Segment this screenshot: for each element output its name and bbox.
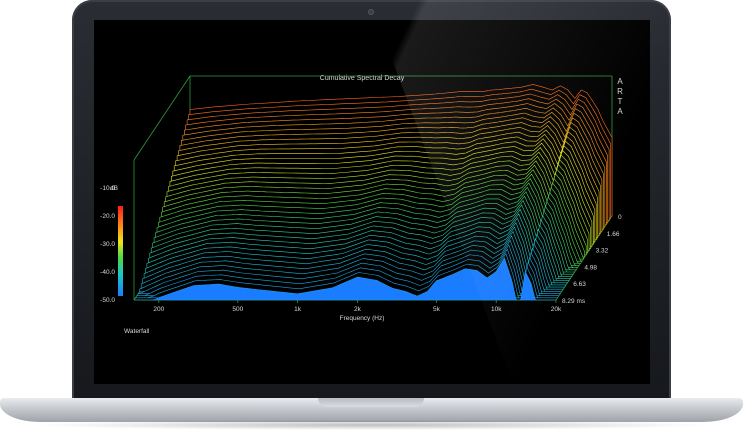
waterfall-slices [134, 84, 613, 301]
y-tick-label: -30.0 [100, 241, 115, 248]
x-axis-label: Frequency (Hz) [340, 315, 385, 322]
y-tick-label: -50.0 [100, 297, 115, 304]
z-tick-label: 3.32 [596, 248, 609, 255]
laptop-screen: Cumulative Spectral Decay ARTA dB -10.0-… [94, 20, 650, 384]
brand-letter: A [617, 77, 623, 86]
x-tick-label: 2k [354, 306, 362, 313]
x-tick-label: 20k [551, 306, 562, 313]
laptop-mockup: Cumulative Spectral Decay ARTA dB -10.0-… [0, 0, 743, 438]
x-tick-label: 10k [491, 306, 502, 313]
z-tick-label: 0 [618, 214, 622, 221]
x-tick-label: 5k [433, 306, 441, 313]
y-tick-label: -20.0 [100, 213, 115, 220]
z-tick-label: 1.66 [607, 231, 620, 238]
x-tick-label: 200 [153, 306, 164, 313]
waterfall-chart: Cumulative Spectral Decay ARTA dB -10.0-… [100, 75, 623, 335]
brand-letter: A [617, 107, 623, 116]
brand-label: ARTA [617, 77, 623, 116]
laptop-shadow [30, 420, 713, 430]
x-tick-label: 500 [232, 306, 243, 313]
chart-caption: Waterfall [124, 328, 150, 335]
x-tick-label: 1k [294, 306, 302, 313]
z-tick-label: 8.29 ms [562, 298, 586, 305]
y-tick-label: -40.0 [100, 269, 115, 276]
db-color-scale [118, 206, 123, 296]
brand-letter: T [618, 97, 623, 106]
laptop-opening-notch [318, 398, 424, 407]
z-tick-label: 4.98 [584, 264, 597, 271]
x-tick-labels: 200 500 1k 2k 5k 10k 20k [153, 300, 562, 313]
webcam-icon [368, 9, 374, 15]
brand-letter: R [617, 87, 623, 96]
z-tick-label: 6.63 [573, 281, 586, 288]
y-tick-label: -10.0 [100, 185, 115, 192]
y-tick-labels: -10.0 -20.0 -30.0 -40.0 -50.0 [100, 185, 115, 304]
